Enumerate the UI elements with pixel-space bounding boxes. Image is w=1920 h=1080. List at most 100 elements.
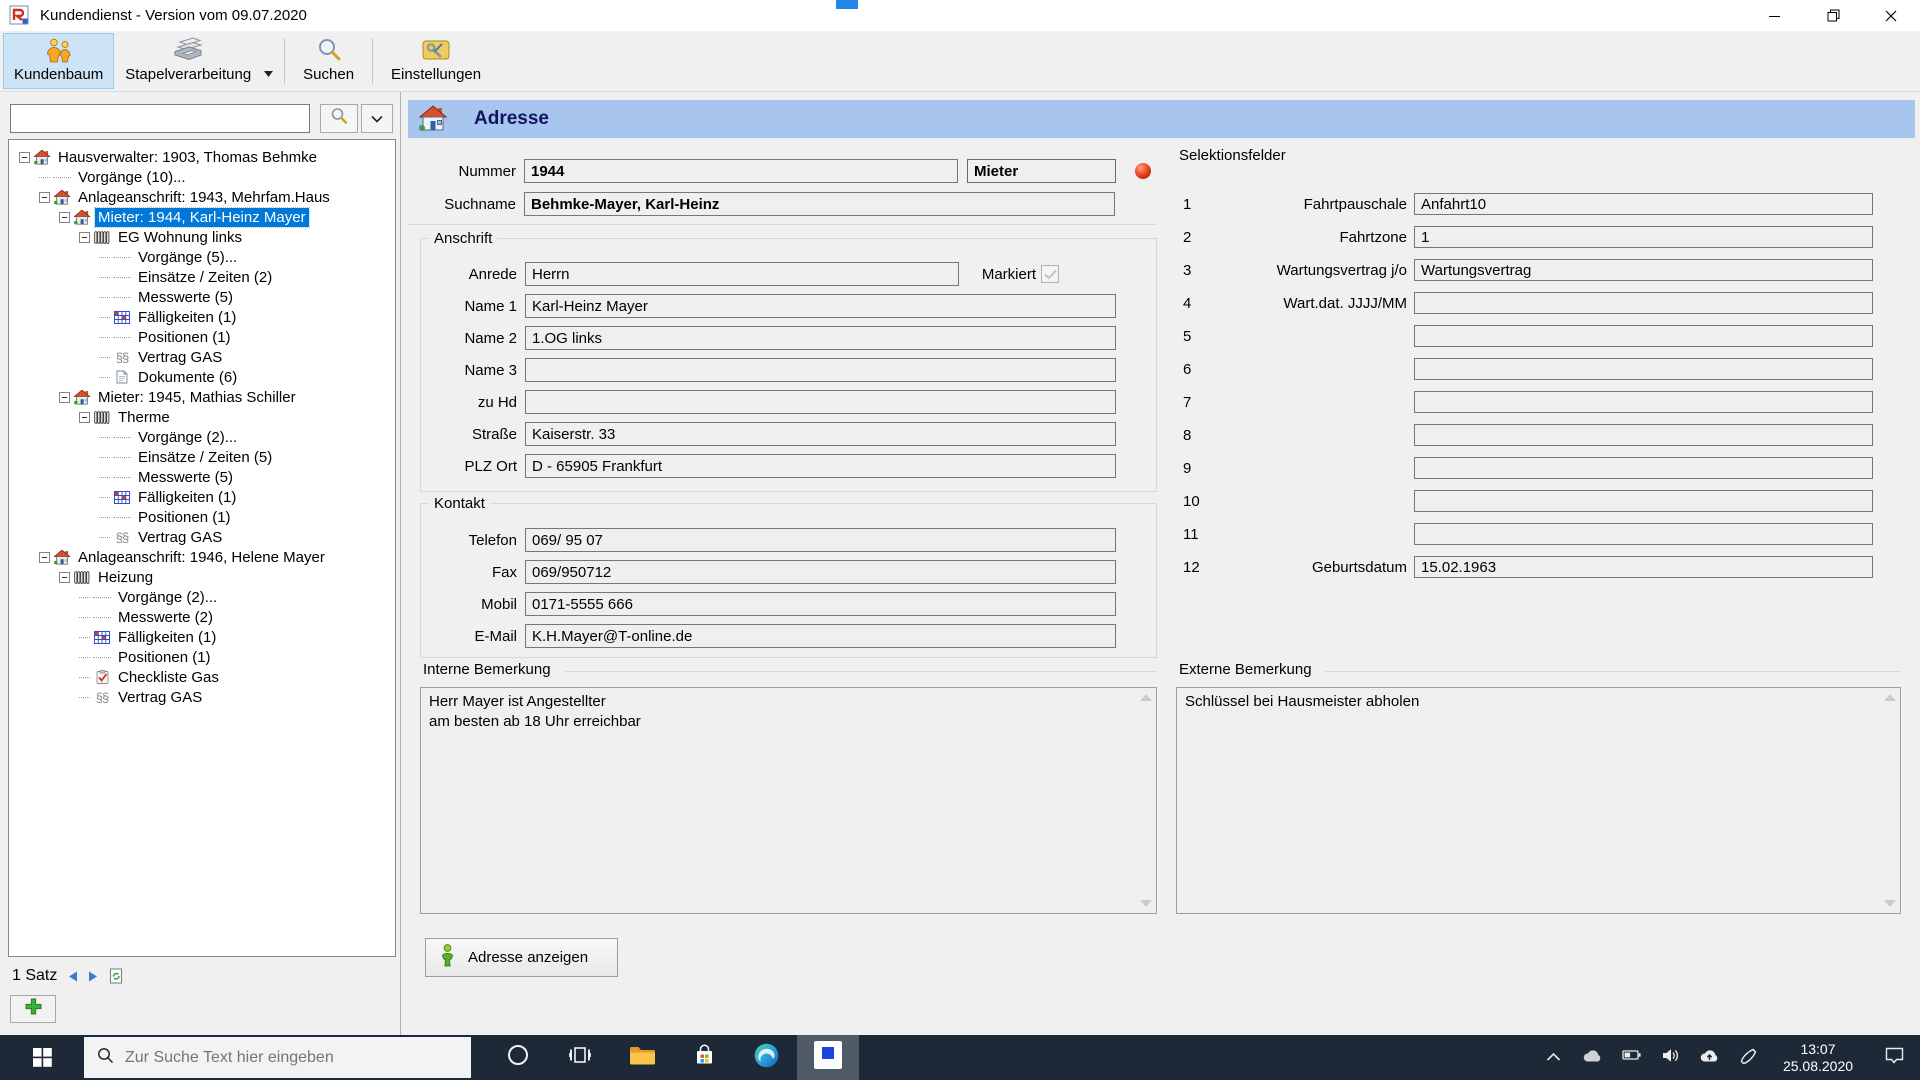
tree-item[interactable]: Vorgänge (2)... bbox=[9, 427, 395, 447]
tree-item[interactable]: §§ Vertrag GAS bbox=[9, 347, 395, 367]
tree-item[interactable]: Positionen (1) bbox=[9, 647, 395, 667]
tree-item[interactable]: Vorgänge (10)... bbox=[9, 167, 395, 187]
panel-splitter[interactable] bbox=[400, 92, 401, 1035]
edge-browser-button[interactable] bbox=[735, 1035, 797, 1080]
field-name-2[interactable]: 1.OG links bbox=[525, 326, 1116, 350]
kundendienst-app-button[interactable] bbox=[797, 1035, 859, 1080]
collapse-icon[interactable] bbox=[19, 151, 30, 163]
task-view-button[interactable] bbox=[549, 1035, 611, 1080]
field-stra-e[interactable]: Kaiserstr. 33 bbox=[525, 422, 1116, 446]
externe-bemerkung-textarea[interactable]: Schlüssel bei Hausmeister abholen bbox=[1176, 687, 1901, 914]
field-anrede[interactable]: Herrn bbox=[525, 262, 959, 286]
taskbar-search-input[interactable] bbox=[125, 1048, 445, 1067]
field-plz-ort[interactable]: D - 65905 Frankfurt bbox=[525, 454, 1116, 478]
volume-tray-button[interactable] bbox=[1651, 1035, 1690, 1080]
toolbar-button-einstellungen[interactable]: Einstellungen bbox=[380, 33, 492, 89]
field-zu-hd[interactable] bbox=[525, 390, 1116, 414]
taskbar-clock[interactable]: 13:07 25.08.2020 bbox=[1768, 1041, 1868, 1075]
collapse-icon[interactable] bbox=[59, 211, 70, 223]
pen-tray-button[interactable] bbox=[1729, 1035, 1768, 1080]
battery-tray-button[interactable] bbox=[1612, 1035, 1651, 1080]
selektionsfeld-input-4[interactable] bbox=[1414, 292, 1873, 314]
tree-item[interactable]: Einsätze / Zeiten (5) bbox=[9, 447, 395, 467]
selektionsfeld-input-8[interactable] bbox=[1414, 424, 1873, 446]
microsoft-store-button[interactable] bbox=[673, 1035, 735, 1080]
field-name-3[interactable] bbox=[525, 358, 1116, 382]
field-e-mail[interactable]: K.H.Mayer@T-online.de bbox=[525, 624, 1116, 648]
tree-item[interactable]: Therme bbox=[9, 407, 395, 427]
selektionsfeld-input-7[interactable] bbox=[1414, 391, 1873, 413]
scroll-up-icon[interactable] bbox=[1140, 694, 1152, 701]
selektionsfeld-input-12[interactable]: 15.02.1963 bbox=[1414, 556, 1873, 578]
taskbar-search-box[interactable] bbox=[84, 1037, 471, 1078]
selektionsfeld-input-3[interactable]: Wartungsvertrag bbox=[1414, 259, 1873, 281]
file-explorer-button[interactable] bbox=[611, 1035, 673, 1080]
batch-dropdown-arrow[interactable] bbox=[262, 71, 277, 89]
action-center-button[interactable] bbox=[1868, 1035, 1920, 1080]
restore-button[interactable] bbox=[1804, 0, 1862, 31]
field-name-1[interactable]: Karl-Heinz Mayer bbox=[525, 294, 1116, 318]
cortana-button[interactable] bbox=[487, 1035, 549, 1080]
search-options-button[interactable] bbox=[361, 104, 393, 133]
tree-item[interactable]: Vorgänge (5)... bbox=[9, 247, 395, 267]
scroll-up-icon[interactable] bbox=[1884, 694, 1896, 701]
tree-item[interactable]: Messwerte (5) bbox=[9, 287, 395, 307]
tree-item[interactable]: Dokumente (6) bbox=[9, 367, 395, 387]
selektionsfeld-input-6[interactable] bbox=[1414, 358, 1873, 380]
previous-record-button[interactable] bbox=[67, 970, 78, 983]
selektionsfeld-input-9[interactable] bbox=[1414, 457, 1873, 479]
field-mobil[interactable]: 0171-5555 666 bbox=[525, 592, 1116, 616]
tree-item[interactable]: Messwerte (5) bbox=[9, 467, 395, 487]
collapse-icon[interactable] bbox=[79, 231, 90, 243]
tree-item[interactable]: Messwerte (2) bbox=[9, 607, 395, 627]
selektionsfeld-input-2[interactable]: 1 bbox=[1414, 226, 1873, 248]
tree-item[interactable]: Anlageanschrift: 1946, Helene Mayer bbox=[9, 547, 395, 567]
tree-item[interactable]: Mieter: 1945, Mathias Schiller bbox=[9, 387, 395, 407]
start-button[interactable] bbox=[0, 1035, 84, 1080]
next-record-button[interactable] bbox=[88, 970, 99, 983]
tree-item[interactable]: Checkliste Gas bbox=[9, 667, 395, 687]
tree-item[interactable]: Hausverwalter: 1903, Thomas Behmke bbox=[9, 147, 395, 167]
tree-item[interactable]: §§ Vertrag GAS bbox=[9, 527, 395, 547]
field-telefon[interactable]: 069/ 95 07 bbox=[525, 528, 1116, 552]
collapse-icon[interactable] bbox=[79, 411, 90, 423]
tray-expand-button[interactable] bbox=[1534, 1035, 1573, 1080]
tree-item[interactable]: Heizung bbox=[9, 567, 395, 587]
field-fax[interactable]: 069/950712 bbox=[525, 560, 1116, 584]
tree-item[interactable]: Einsätze / Zeiten (2) bbox=[9, 267, 395, 287]
tree-item[interactable]: EG Wohnung links bbox=[9, 227, 395, 247]
tree-item[interactable]: Anlageanschrift: 1943, Mehrfam.Haus bbox=[9, 187, 395, 207]
tree-item[interactable]: Positionen (1) bbox=[9, 507, 395, 527]
add-record-button[interactable] bbox=[10, 995, 56, 1023]
close-button[interactable] bbox=[1862, 0, 1920, 31]
collapse-icon[interactable] bbox=[39, 191, 50, 203]
tree-item[interactable]: Vorgänge (2)... bbox=[9, 587, 395, 607]
collapse-icon[interactable] bbox=[59, 391, 70, 403]
backup-cloud-tray-button[interactable] bbox=[1690, 1035, 1729, 1080]
tree-item[interactable]: §§ Vertrag GAS bbox=[9, 687, 395, 707]
collapse-icon[interactable] bbox=[39, 551, 50, 563]
selektionsfeld-input-10[interactable] bbox=[1414, 490, 1873, 512]
tree-search-button[interactable] bbox=[320, 104, 358, 133]
selektionsfeld-input-11[interactable] bbox=[1414, 523, 1873, 545]
suchname-field[interactable]: Behmke-Mayer, Karl-Heinz bbox=[524, 192, 1115, 216]
tree-item[interactable]: Fälligkeiten (1) bbox=[9, 627, 395, 647]
onedrive-tray-button[interactable] bbox=[1573, 1035, 1612, 1080]
selektionsfeld-input-5[interactable] bbox=[1414, 325, 1873, 347]
scroll-down-icon[interactable] bbox=[1140, 900, 1152, 907]
toolbar-button-kundenbaum[interactable]: Kundenbaum bbox=[3, 33, 115, 89]
toolbar-button-suchen[interactable]: Suchen bbox=[292, 33, 365, 89]
refresh-record-icon[interactable] bbox=[109, 968, 124, 984]
toolbar-button-stapelverarbeitung[interactable]: Stapelverarbeitung bbox=[114, 33, 262, 89]
scroll-down-icon[interactable] bbox=[1884, 900, 1896, 907]
tree-search-input[interactable] bbox=[10, 104, 310, 133]
tree-item[interactable]: Fälligkeiten (1) bbox=[9, 487, 395, 507]
interne-bemerkung-textarea[interactable]: Herr Mayer ist Angestellter am besten ab… bbox=[420, 687, 1157, 914]
adresse-anzeigen-button[interactable]: Adresse anzeigen bbox=[425, 938, 618, 977]
selektionsfeld-input-1[interactable]: Anfahrt10 bbox=[1414, 193, 1873, 215]
tree-item[interactable]: Positionen (1) bbox=[9, 327, 395, 347]
nummer-field[interactable]: 1944 bbox=[524, 159, 958, 183]
markiert-checkbox[interactable] bbox=[1041, 265, 1059, 283]
tree-item[interactable]: Fälligkeiten (1) bbox=[9, 307, 395, 327]
collapse-icon[interactable] bbox=[59, 571, 70, 583]
